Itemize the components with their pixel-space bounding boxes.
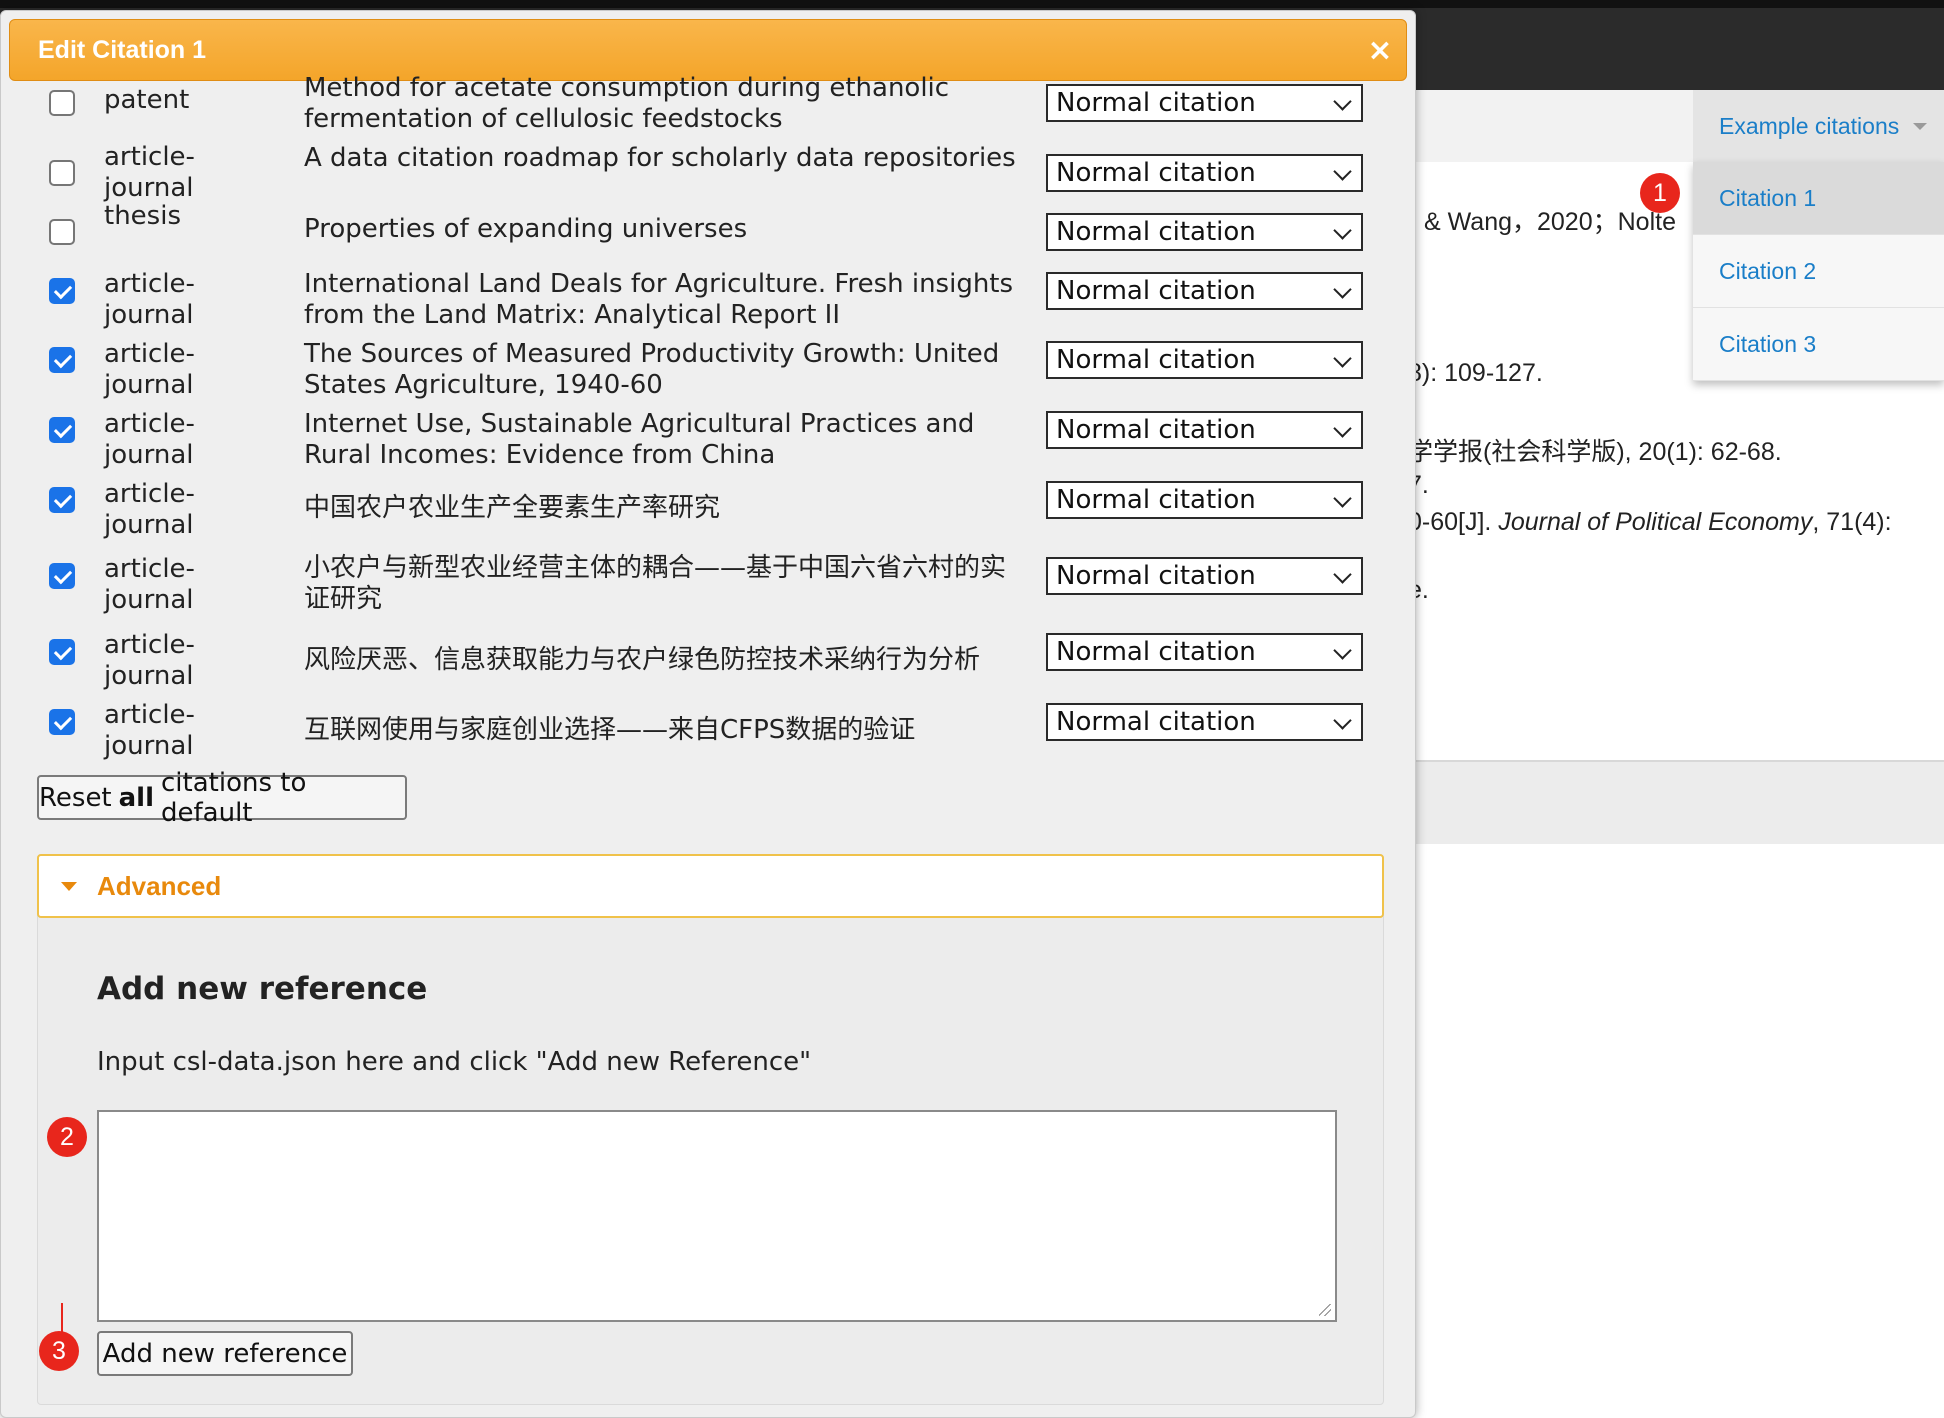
example-citations-dropdown[interactable]: Example citations: [1693, 90, 1944, 162]
csl-json-input[interactable]: [97, 1110, 1337, 1322]
preview-line: 学学报(社会科学版), 20(1): 62-68.: [1408, 438, 1782, 466]
resize-handle-icon[interactable]: [1319, 1304, 1331, 1316]
citation-title: 互联网使用与家庭创业选择——来自CFPS数据的验证: [304, 715, 916, 745]
citation-title: International Land Deals for Agriculture…: [304, 269, 1014, 330]
citation-mode-select[interactable]: Normal citation: [1046, 84, 1363, 122]
citation-mode-value: Normal citation: [1056, 707, 1256, 737]
citation-title: 风险厌恶、信息获取能力与农户绿色防控技术采纳行为分析: [304, 645, 981, 675]
citation-mode-select[interactable]: Normal citation: [1046, 213, 1363, 251]
citation-mode-select[interactable]: Normal citation: [1046, 272, 1363, 310]
chevron-down-icon: [1333, 280, 1352, 299]
citation-type: article-journal: [104, 142, 195, 203]
preview-line: & Wang，2020；Nolte: [1424, 208, 1676, 236]
advanced-toggle[interactable]: Advanced: [37, 854, 1384, 918]
dialog-title: Edit Citation 1: [38, 35, 207, 64]
citation-type: article-journal: [104, 630, 195, 691]
preview-line-journal: 0-60[J]. Journal of Political Economy, 7…: [1408, 508, 1892, 536]
citation-checkbox[interactable]: [49, 219, 75, 245]
annotation-marker-2: 2: [47, 1117, 87, 1157]
chevron-down-icon: [1333, 711, 1352, 730]
citation-mode-value: Normal citation: [1056, 637, 1256, 667]
citation-checkbox[interactable]: [49, 160, 75, 186]
citation-mode-value: Normal citation: [1056, 217, 1256, 247]
citation-mode-value: Normal citation: [1056, 345, 1256, 375]
citation-mode-select[interactable]: Normal citation: [1046, 341, 1363, 379]
citation-title: Method for acetate consumption during et…: [304, 73, 950, 134]
edit-citation-dialog: Edit Citation 1 × patent Method for aceta…: [0, 10, 1416, 1418]
chevron-down-icon: [1333, 565, 1352, 584]
citation-type: article-journal: [104, 409, 195, 470]
citation-title: 小农户与新型农业经营主体的耦合——基于中国六省六村的实证研究: [304, 553, 1007, 614]
citation-title: Internet Use, Sustainable Agricultural P…: [304, 409, 975, 470]
citation-title: The Sources of Measured Productivity Gro…: [304, 339, 1000, 400]
citation-mode-value: Normal citation: [1056, 276, 1256, 306]
citation-mode-select[interactable]: Normal citation: [1046, 481, 1363, 519]
citation-mode-select[interactable]: Normal citation: [1046, 154, 1363, 192]
example-citations-label: Example citations: [1719, 112, 1900, 139]
annotation-marker-3: 3: [39, 1331, 79, 1371]
citation-mode-value: Normal citation: [1056, 158, 1256, 188]
citation-mode-value: Normal citation: [1056, 561, 1256, 591]
add-reference-heading: Add new reference: [97, 971, 428, 1007]
chevron-down-icon: [1333, 349, 1352, 368]
citation-checkbox[interactable]: [49, 417, 75, 443]
triangle-down-icon: [61, 881, 77, 891]
citation-mode-value: Normal citation: [1056, 88, 1256, 118]
example-citations-menu: Citation 1 Citation 2 Citation 3: [1693, 162, 1944, 381]
citation-type: article-journal: [104, 269, 195, 330]
citation-checkbox[interactable]: [49, 563, 75, 589]
citation-mode-select[interactable]: Normal citation: [1046, 703, 1363, 741]
citation-checkbox[interactable]: [49, 639, 75, 665]
caret-down-icon: [1913, 122, 1928, 130]
citation-checkbox[interactable]: [49, 487, 75, 513]
citation-type: thesis: [104, 201, 181, 231]
menu-item-citation-2[interactable]: Citation 2: [1693, 235, 1944, 308]
citation-title: Properties of expanding universes: [304, 214, 748, 244]
citation-title: 中国农户农业生产全要素生产率研究: [304, 493, 721, 523]
citation-mode-select[interactable]: Normal citation: [1046, 633, 1363, 671]
chevron-down-icon: [1333, 162, 1352, 181]
citation-type: article-journal: [104, 700, 195, 761]
add-new-reference-button[interactable]: Add new reference: [97, 1331, 353, 1376]
annotation-marker-1: 1: [1640, 173, 1680, 213]
chevron-down-icon: [1333, 92, 1352, 111]
citation-mode-select[interactable]: Normal citation: [1046, 411, 1363, 449]
citation-checkbox[interactable]: [49, 709, 75, 735]
menu-item-citation-1[interactable]: Citation 1: [1693, 162, 1944, 235]
chevron-down-icon: [1333, 221, 1352, 240]
page-footer-bar: [1400, 762, 1944, 844]
citation-mode-value: Normal citation: [1056, 415, 1256, 445]
chevron-down-icon: [1333, 419, 1352, 438]
dialog-header: Edit Citation 1 ×: [9, 19, 1407, 81]
citation-checkbox[interactable]: [49, 278, 75, 304]
citation-checkbox[interactable]: [49, 90, 75, 116]
advanced-label: Advanced: [97, 870, 222, 901]
reset-all-citations-button[interactable]: Reset all citations to default: [37, 768, 407, 828]
citation-type: article-journal: [104, 554, 195, 615]
menu-item-citation-3[interactable]: Citation 3: [1693, 308, 1944, 381]
citation-mode-value: Normal citation: [1056, 485, 1256, 515]
citation-title: A data citation roadmap for scholarly da…: [304, 143, 1016, 173]
preview-line: 8): 109-127.: [1408, 359, 1543, 387]
top-strip: [0, 0, 1944, 8]
citation-type: article-journal: [104, 339, 195, 400]
citation-mode-select[interactable]: Normal citation: [1046, 557, 1363, 595]
citation-type: article-journal: [104, 479, 195, 540]
citation-checkbox[interactable]: [49, 347, 75, 373]
chevron-down-icon: [1333, 489, 1352, 508]
close-icon[interactable]: ×: [1364, 33, 1396, 68]
chevron-down-icon: [1333, 641, 1352, 660]
citation-type: patent: [104, 85, 190, 115]
add-reference-description: Input csl-data.json here and click "Add …: [97, 1047, 812, 1077]
